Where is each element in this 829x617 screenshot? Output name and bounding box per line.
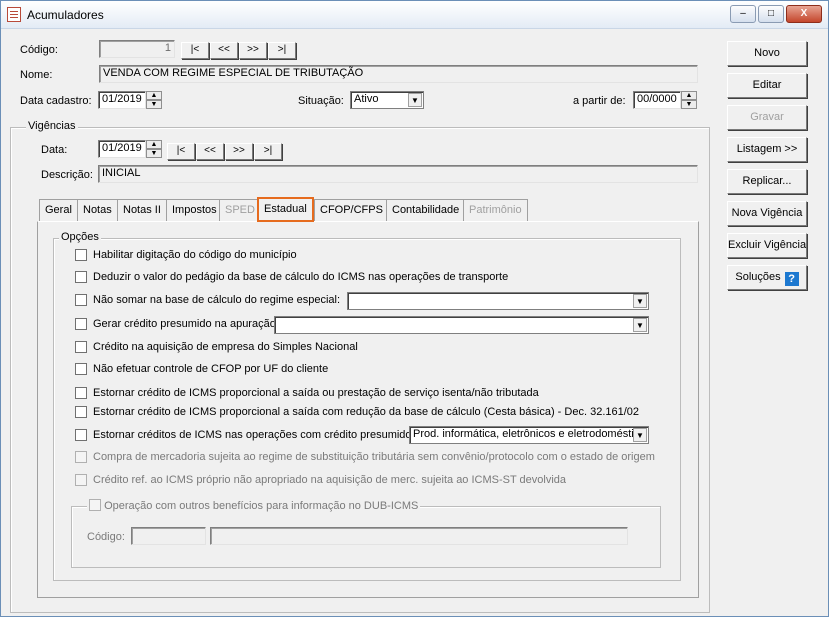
tab-estadual[interactable]: Estadual	[257, 197, 314, 222]
help-icon: ?	[784, 272, 799, 286]
gravar-button[interactable]: Gravar	[727, 105, 807, 130]
option-estornar-creditos-presumido-label: Estornar créditos de ICMS nas operações …	[93, 429, 412, 441]
title-bar: Acumuladores – □ X	[1, 1, 828, 29]
solucoes-button[interactable]: Soluções?	[727, 265, 807, 290]
dub-codigo-label: Código:	[87, 531, 125, 543]
novo-button[interactable]: Novo	[727, 41, 807, 66]
tab-notas-ii[interactable]: Notas II	[117, 199, 167, 221]
tab-contabilidade[interactable]: Contabilidade	[386, 199, 466, 221]
tab-cfop-cfps[interactable]: CFOP/CFPS	[314, 199, 389, 221]
dub-descricao-field[interactable]	[210, 527, 628, 545]
vigencia-next-button[interactable]: >>	[225, 143, 253, 160]
nova-vigencia-button[interactable]: Nova Vigência	[727, 201, 807, 226]
vigencia-data-spinner[interactable]: ▲ ▼	[146, 140, 162, 158]
previous-record-button[interactable]: <<	[210, 42, 238, 59]
dub-icms-label: Operação com outros benefícios para info…	[104, 500, 419, 512]
option-estornar-credito-isenta-label: Estornar crédito de ICMS proporcional a …	[93, 387, 539, 399]
option-estornar-credito-isenta-checkbox[interactable]	[75, 387, 87, 399]
solucoes-label: Soluções	[735, 271, 781, 283]
option-credito-icms-st-devolvida-label: Crédito ref. ao ICMS próprio não apropri…	[93, 474, 567, 486]
next-record-button[interactable]: >>	[239, 42, 267, 59]
option-nao-efetuar-controle-cfop-label: Não efetuar controle de CFOP por UF do c…	[93, 363, 329, 375]
close-button[interactable]: X	[786, 5, 822, 23]
situacao-select[interactable]: Ativo ▼	[350, 91, 424, 109]
replicar-button[interactable]: Replicar...	[727, 169, 807, 194]
vigencia-previous-button[interactable]: <<	[196, 143, 224, 160]
dub-codigo-field[interactable]	[131, 527, 206, 545]
data-cadastro-spinner[interactable]: ▲ ▼	[146, 91, 162, 109]
option-nao-efetuar-controle-cfop-checkbox[interactable]	[75, 363, 87, 375]
tab-impostos[interactable]: Impostos	[166, 199, 223, 221]
vigencia-descricao-label: Descrição:	[41, 169, 93, 181]
data-cadastro-field[interactable]: 01/2019	[98, 91, 146, 109]
a-partir-label: a partir de:	[573, 95, 626, 107]
maximize-button[interactable]: □	[758, 5, 784, 23]
first-record-button[interactable]: |<	[181, 42, 209, 59]
option-credito-simples-nacional-label: Crédito na aquisição de empresa do Simpl…	[93, 341, 358, 353]
tab-geral[interactable]: Geral	[39, 199, 78, 221]
excluir-vigencia-button[interactable]: Excluir Vigência	[727, 233, 807, 258]
vigencia-first-button[interactable]: |<	[167, 143, 195, 160]
option-estornar-creditos-presumido-checkbox[interactable]	[75, 429, 87, 441]
dub-icms-title: Operação com outros benefícios para info…	[87, 499, 421, 512]
option-nao-somar-base-checkbox[interactable]	[75, 294, 87, 306]
codigo-label: Código:	[20, 44, 58, 56]
editar-button[interactable]: Editar	[727, 73, 807, 98]
option-gerar-credito-presumido-checkbox[interactable]	[75, 318, 87, 330]
tab-patrimonio[interactable]: Patrimônio	[463, 199, 528, 221]
chevron-down-icon: ▼	[633, 294, 647, 308]
nao-somar-base-select[interactable]: ▼	[347, 292, 649, 310]
option-estornar-credito-cesta-basica-label: Estornar crédito de ICMS proporcional a …	[93, 406, 640, 418]
option-credito-simples-nacional-checkbox[interactable]	[75, 341, 87, 353]
option-compra-st-sem-convenio-label: Compra de mercadoria sujeita ao regime d…	[93, 451, 655, 463]
nome-label: Nome:	[20, 69, 53, 81]
vigencia-data-field[interactable]: 01/2019	[98, 140, 146, 158]
option-credito-icms-st-devolvida-checkbox[interactable]	[75, 474, 87, 486]
situacao-label: Situação:	[298, 95, 344, 107]
option-deduzir-pedagio-checkbox[interactable]	[75, 271, 87, 283]
last-record-button[interactable]: >|	[268, 42, 296, 59]
listagem-button[interactable]: Listagem >>	[727, 137, 807, 162]
chevron-down-icon: ▼	[633, 318, 647, 332]
minimize-button[interactable]: –	[730, 5, 756, 23]
dub-icms-checkbox[interactable]	[89, 499, 101, 511]
a-partir-spinner[interactable]: ▲ ▼	[681, 91, 697, 109]
option-estornar-credito-cesta-basica-checkbox[interactable]	[75, 406, 87, 418]
gerar-credito-presumido-select[interactable]: ▼	[274, 316, 649, 334]
option-compra-st-sem-convenio-checkbox[interactable]	[75, 451, 87, 463]
tab-sped[interactable]: SPED	[219, 199, 261, 221]
credito-presumido-type-value: Prod. informática, eletrônicos e eletrod…	[413, 428, 640, 440]
tab-notas[interactable]: Notas	[77, 199, 118, 221]
a-partir-field[interactable]: 00/0000	[633, 91, 681, 109]
option-nao-somar-base-label: Não somar na base de cálculo do regime e…	[93, 294, 341, 306]
codigo-field[interactable]: 1	[99, 40, 175, 58]
document-icon	[7, 7, 21, 22]
option-habilitar-codigo-municipio-label: Habilitar digitação do código do municíp…	[93, 249, 297, 261]
chevron-down-icon: ▼	[408, 93, 422, 107]
nome-field[interactable]: VENDA COM REGIME ESPECIAL DE TRIBUTAÇÃO	[99, 65, 698, 83]
option-habilitar-codigo-municipio-checkbox[interactable]	[75, 249, 87, 261]
credito-presumido-type-select[interactable]: Prod. informática, eletrônicos e eletrod…	[409, 426, 649, 444]
vigencias-title: Vigências	[26, 120, 78, 132]
option-deduzir-pedagio-label: Deduzir o valor do pedágio da base de cá…	[93, 271, 509, 283]
vigencia-data-label: Data:	[41, 144, 68, 156]
data-cadastro-label: Data cadastro:	[20, 95, 92, 107]
situacao-value: Ativo	[354, 93, 379, 105]
opcoes-title: Opções	[59, 231, 101, 243]
vigencia-descricao-field[interactable]: INICIAL	[98, 165, 698, 183]
accumulators-window: Acumuladores – □ X Código: 1 |< << >> >|…	[0, 0, 829, 617]
option-gerar-credito-presumido-label: Gerar crédito presumido na apuração	[93, 318, 276, 330]
vigencia-last-button[interactable]: >|	[254, 143, 282, 160]
window-title: Acumuladores	[27, 8, 104, 22]
chevron-down-icon: ▼	[633, 428, 647, 442]
